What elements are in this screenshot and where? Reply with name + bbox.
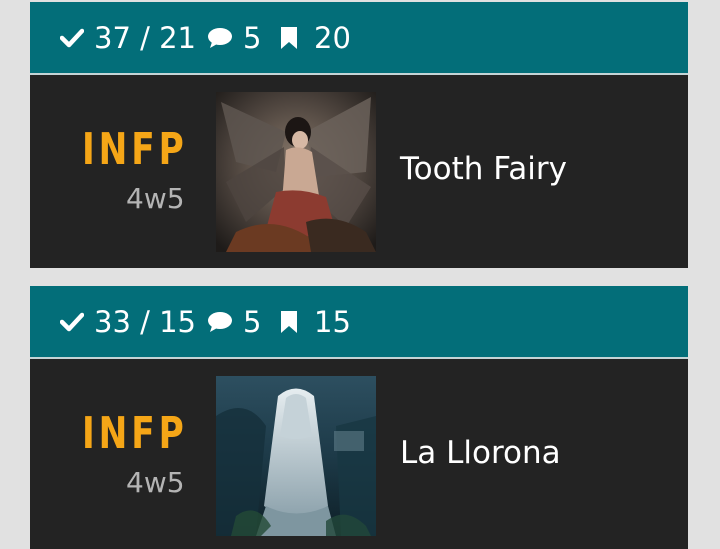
check-icon [60, 312, 84, 332]
bookmark-icon [280, 26, 298, 50]
check-icon [60, 28, 84, 48]
bookmarks-stat[interactable]: 20 [280, 2, 351, 73]
card-stats-bar: 37 / 21 5 20 [30, 2, 688, 75]
mbti-type: INFP [82, 124, 188, 175]
character-name[interactable]: Tooth Fairy [400, 151, 567, 187]
character-card[interactable]: 33 / 15 5 15 INFP 4w5 La Llorona [30, 286, 688, 549]
bookmarks-count: 15 [314, 304, 351, 339]
speech-bubble-icon [207, 311, 233, 333]
enneagram-type: 4w5 [126, 466, 185, 499]
speech-bubble-icon [207, 27, 233, 49]
votes-stat[interactable]: 37 / 21 [60, 2, 196, 73]
comments-count: 5 [243, 20, 262, 55]
votes-stat[interactable]: 33 / 15 [60, 286, 196, 357]
votes-count: 37 / 21 [94, 20, 197, 55]
mbti-type: INFP [82, 408, 188, 459]
bookmarks-stat[interactable]: 15 [280, 286, 351, 357]
character-name[interactable]: La Llorona [400, 435, 561, 471]
card-body: INFP 4w5 [30, 75, 688, 268]
bookmarks-count: 20 [314, 20, 351, 55]
comments-stat[interactable]: 5 [207, 2, 261, 73]
card-body: INFP 4w5 [30, 359, 688, 549]
character-avatar[interactable] [216, 92, 376, 252]
comments-count: 5 [243, 304, 262, 339]
card-stats-bar: 33 / 15 5 15 [30, 286, 688, 359]
enneagram-type: 4w5 [126, 182, 185, 215]
votes-count: 33 / 15 [94, 304, 197, 339]
bookmark-icon [280, 310, 298, 334]
comments-stat[interactable]: 5 [207, 286, 261, 357]
character-avatar[interactable] [216, 376, 376, 536]
character-card[interactable]: 37 / 21 5 20 INFP 4w5 Tooth Fairy [30, 2, 688, 268]
